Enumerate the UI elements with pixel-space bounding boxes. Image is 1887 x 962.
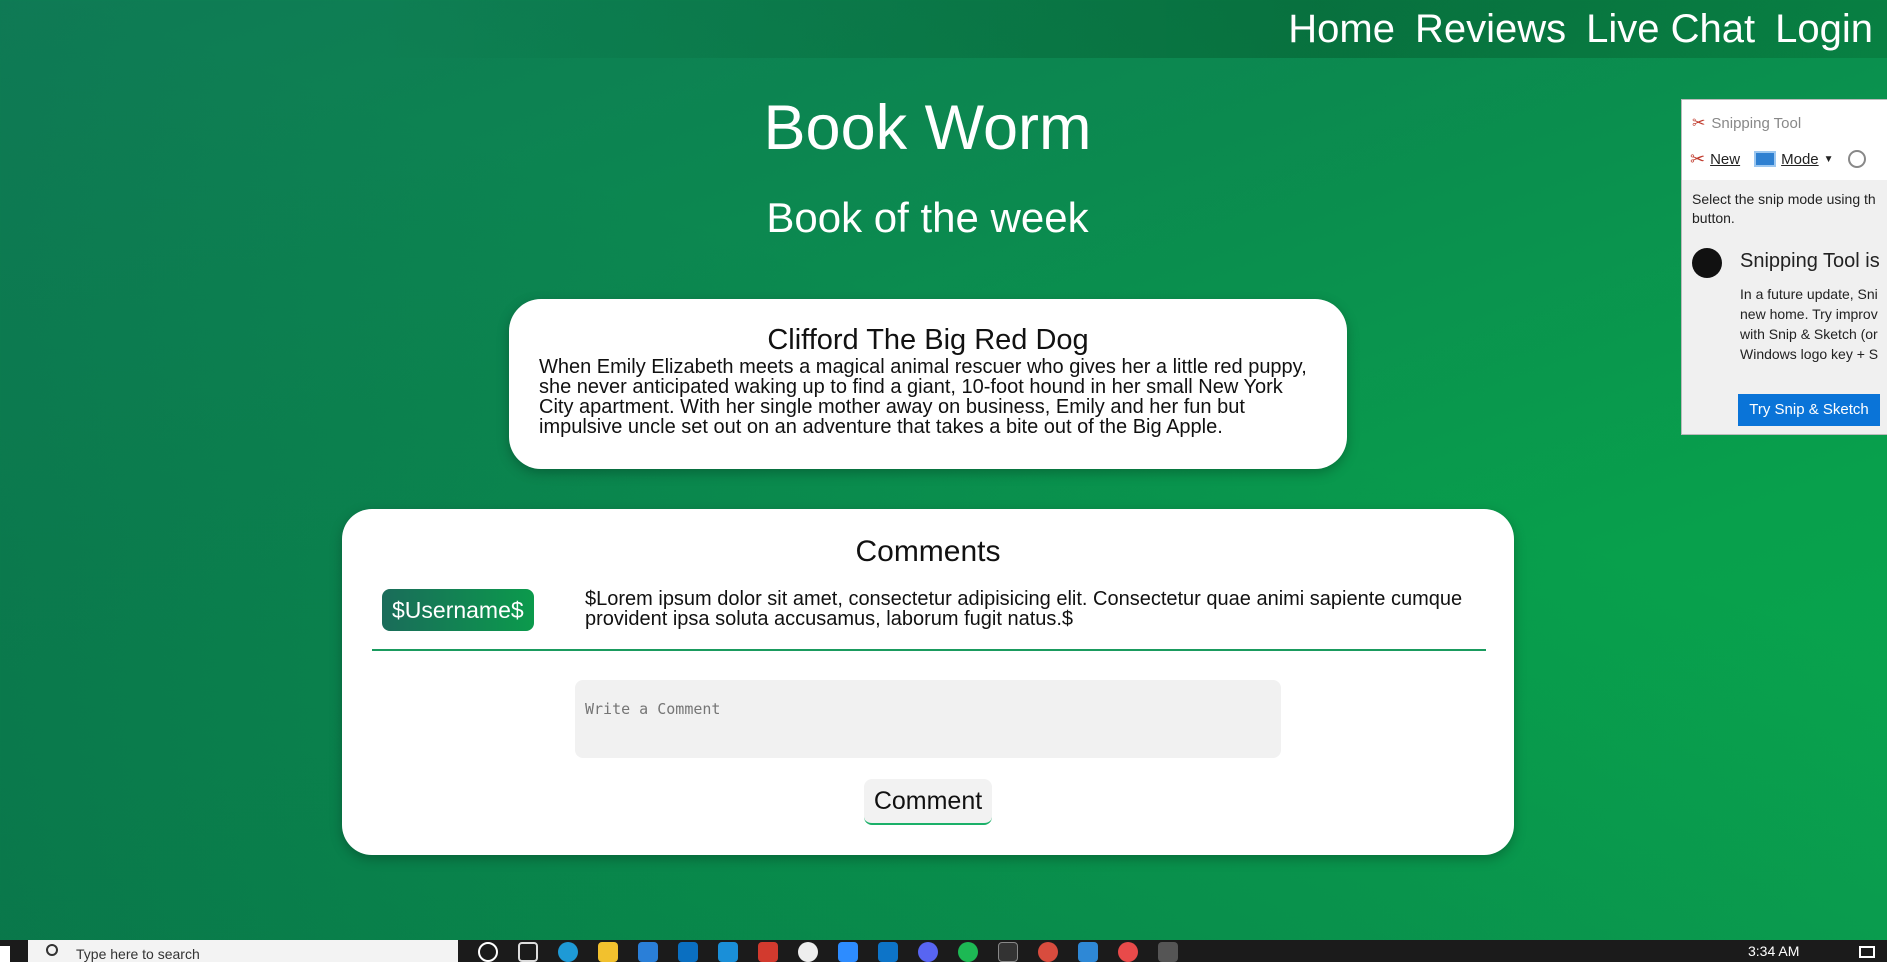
- scissors-icon: ✂: [1692, 115, 1706, 132]
- taskbar-clock[interactable]: 3:34 AM: [1748, 943, 1799, 959]
- discord-icon[interactable]: [918, 942, 938, 962]
- comment-divider: [372, 649, 1486, 651]
- nav-login-link[interactable]: Login: [1765, 4, 1883, 54]
- comments-card: Comments $Username$ $Lorem ipsum dolor s…: [342, 509, 1514, 855]
- snip-mode-label: Mode: [1781, 150, 1819, 168]
- snip-notice: Snipping Tool is In a future update, Sni…: [1682, 236, 1887, 434]
- scissors-icon: ✂: [1690, 148, 1706, 169]
- notification-icon[interactable]: [1859, 946, 1875, 958]
- snip-notice-line: Windows logo key + S: [1740, 346, 1879, 362]
- spotify-icon[interactable]: [958, 942, 978, 962]
- snipping-tool-window: ✂ Snipping Tool ✂ New Mode ▼ Select the …: [1681, 99, 1887, 435]
- terminal-icon[interactable]: [998, 942, 1018, 962]
- comment-input[interactable]: [575, 680, 1281, 758]
- rectangle-mode-icon: [1754, 151, 1777, 167]
- snipping-tool-taskbar-icon[interactable]: [1158, 942, 1178, 962]
- comment-text: $Lorem ipsum dolor sit amet, consectetur…: [585, 588, 1463, 630]
- snip-toolbar: ✂ New Mode ▼: [1682, 138, 1887, 180]
- nav-reviews-link[interactable]: Reviews: [1405, 4, 1576, 54]
- snip-notice-line: In a future update, Sni: [1740, 286, 1878, 302]
- snip-notice-text: In a future update, Sni new home. Try im…: [1692, 284, 1887, 364]
- search-icon: [46, 944, 58, 956]
- nav-home-link[interactable]: Home: [1278, 4, 1405, 54]
- book-of-week-card: Clifford The Big Red Dog When Emily Eliz…: [509, 299, 1347, 469]
- task-view-icon[interactable]: [518, 942, 538, 962]
- site-title: Book Worm: [763, 93, 1092, 163]
- cortana-icon[interactable]: [478, 942, 498, 962]
- clock-icon[interactable]: [1847, 150, 1866, 168]
- nav-live-chat-link[interactable]: Live Chat: [1576, 4, 1765, 54]
- comments-heading: Comments: [855, 535, 1001, 568]
- chevron-down-icon: ▼: [1823, 153, 1834, 165]
- taskbar-search-placeholder: Type here to search: [76, 946, 200, 962]
- snip-hint-line2: button.: [1692, 210, 1735, 226]
- snip-mode-button[interactable]: Mode ▼: [1754, 150, 1834, 168]
- comment-username-badge[interactable]: $Username$: [382, 589, 534, 631]
- navbar: Home Reviews Live Chat Login: [0, 0, 1887, 58]
- snip-notice-line: new home. Try improv: [1740, 306, 1878, 322]
- comment-submit-button[interactable]: Comment: [864, 779, 992, 825]
- gmail-icon[interactable]: [758, 942, 778, 962]
- snip-hint: Select the snip mode using th button.: [1682, 180, 1887, 236]
- snip-new-button[interactable]: ✂ New: [1690, 149, 1740, 170]
- snip-new-label: New: [1710, 150, 1741, 168]
- snip-sketch-icon: [1692, 248, 1722, 278]
- edge-icon[interactable]: [558, 942, 578, 962]
- taskbar-search-input[interactable]: Type here to search: [28, 940, 458, 962]
- zoom-icon[interactable]: [838, 942, 858, 962]
- site-subtitle: Book of the week: [766, 194, 1089, 241]
- windows-start-icon[interactable]: [0, 946, 10, 962]
- app-icon[interactable]: [1118, 942, 1138, 962]
- book-description: When Emily Elizabeth meets a magical ani…: [539, 356, 1307, 438]
- app-icon[interactable]: [1078, 942, 1098, 962]
- snip-titlebar: ✂ Snipping Tool: [1682, 100, 1887, 138]
- chrome-icon[interactable]: [1038, 942, 1058, 962]
- snip-hint-line1: Select the snip mode using th: [1692, 191, 1876, 207]
- snip-window-title: Snipping Tool: [1711, 114, 1802, 132]
- store-icon[interactable]: [638, 942, 658, 962]
- book-title: Clifford The Big Red Dog: [767, 324, 1089, 356]
- file-explorer-icon[interactable]: [598, 942, 618, 962]
- vscode-icon[interactable]: [878, 942, 898, 962]
- slack-icon[interactable]: [798, 942, 818, 962]
- taskbar: Type here to search 3:34 AM: [0, 940, 1887, 962]
- snip-notice-line: with Snip & Sketch (or: [1740, 326, 1878, 342]
- try-snip-sketch-button[interactable]: Try Snip & Sketch: [1738, 394, 1880, 426]
- taskbar-app-icons: [478, 942, 1178, 962]
- mail-icon[interactable]: [678, 942, 698, 962]
- app-icon[interactable]: [718, 942, 738, 962]
- nav-links: Home Reviews Live Chat Login: [1278, 4, 1883, 54]
